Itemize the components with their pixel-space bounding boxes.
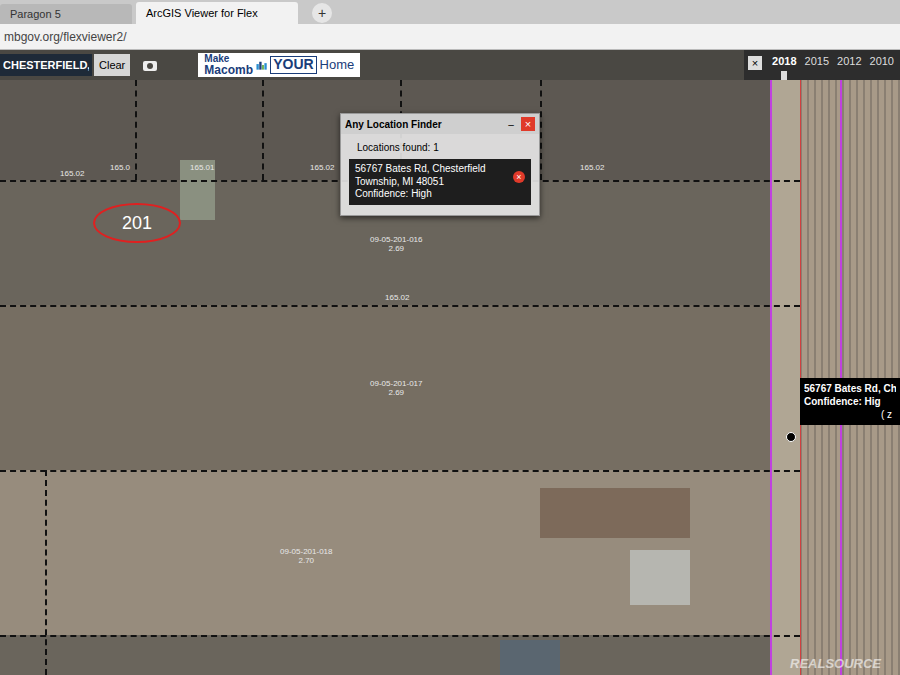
parcel-line — [540, 80, 542, 180]
highlight-label: 201 — [122, 210, 152, 237]
url[interactable]: mbgov.org/flexviewer2/ — [4, 28, 127, 46]
toolbar: CHESTERFIELD, MI Clear Make Macomb YOUR … — [0, 50, 900, 80]
new-tab-button[interactable]: + — [312, 3, 332, 23]
search-field[interactable]: CHESTERFIELD, MI — [0, 54, 92, 76]
parcel-line — [262, 80, 264, 180]
dimension-label: 165.02 — [60, 170, 84, 178]
remove-result-button[interactable]: × — [513, 171, 525, 183]
map-tooltip: 56767 Bates Rd, Chest Confidence: Hig ( … — [800, 378, 900, 425]
result-count: Locations found: 1 — [349, 138, 531, 157]
year-label[interactable]: 2010 — [870, 53, 894, 70]
macomb-logo[interactable]: Make Macomb YOUR Home — [198, 53, 360, 77]
dimension-label: 165.01 — [190, 164, 214, 172]
browser-tab[interactable]: Paragon 5 — [0, 4, 132, 24]
parcel-label[interactable]: 09-05-201-0162.69 — [370, 236, 422, 254]
slider-knob[interactable] — [879, 71, 885, 80]
location-pin-icon[interactable] — [786, 432, 796, 442]
tooltip-address: 56767 Bates Rd, Chest — [804, 382, 896, 395]
tab-label[interactable]: ArcGIS Viewer for Flex — [146, 5, 258, 22]
road-line — [770, 80, 772, 675]
year-option[interactable]: 2015 — [805, 53, 829, 80]
result-item[interactable]: 56767 Bates Rd, Chesterfield Township, M… — [349, 159, 531, 205]
location-finder-panel[interactable]: Any Location Finder – × Locations found:… — [340, 113, 540, 216]
parcel-acres: 2.70 — [298, 557, 314, 566]
parcel-label[interactable]: 09-05-201-0182.70 — [280, 548, 332, 566]
result-address[interactable]: 56767 Bates Rd, Chesterfield Township, M… — [355, 163, 509, 188]
year-list: 2018 2015 2012 2010 — [772, 53, 894, 81]
dimension-label: 165.0 — [110, 164, 130, 172]
logo-make: Make — [204, 54, 253, 64]
slider-knob[interactable] — [846, 71, 852, 80]
parcel-line — [0, 635, 800, 637]
parcel-acres: 2.69 — [388, 245, 404, 254]
screen: Paragon 5 ArcGIS Viewer for Flex + mbgov.o… — [0, 0, 900, 675]
panel-title-bar[interactable]: Any Location Finder – × — [341, 114, 539, 134]
slider-knob[interactable] — [814, 71, 820, 80]
close-button[interactable]: × — [748, 56, 762, 70]
tooltip-extra: ( z — [881, 408, 896, 421]
structures — [540, 488, 690, 538]
slider-knob[interactable] — [781, 71, 787, 80]
parcel-line — [0, 470, 800, 472]
parcel-id: 09-05-201-017 — [370, 380, 422, 389]
address-bar[interactable]: mbgov.org/flexviewer2/ — [0, 24, 900, 50]
highlight-circle: 201 — [93, 203, 181, 243]
parcel-acres: 2.69 — [388, 389, 404, 398]
year-option[interactable]: 2012 — [837, 53, 861, 80]
tab-bar: Paragon 5 ArcGIS Viewer for Flex + — [0, 0, 900, 24]
year-option[interactable]: 2010 — [870, 53, 894, 80]
minimize-button[interactable]: – — [505, 117, 517, 132]
logo-macomb: Macomb — [204, 64, 253, 76]
parcel-line — [0, 305, 800, 307]
year-label[interactable]: 2018 — [772, 53, 796, 70]
year-label[interactable]: 2015 — [805, 53, 829, 70]
watermark: REALSOURCE — [790, 654, 881, 674]
parcel-line — [45, 470, 47, 675]
dimension-label: 165.02 — [580, 164, 604, 172]
dimension-label: 165.02 — [310, 164, 334, 172]
close-button[interactable]: × — [521, 117, 535, 131]
browser-tab[interactable]: ArcGIS Viewer for Flex — [136, 2, 298, 24]
tab-label[interactable]: Paragon 5 — [10, 6, 61, 23]
logo-your: YOUR — [270, 56, 316, 73]
result-confidence: Confidence: High — [355, 188, 509, 201]
buildings-icon — [256, 55, 267, 75]
year-slider[interactable]: × 2018 2015 2012 2010 — [744, 50, 900, 80]
tooltip-confidence: Confidence: Hig — [804, 395, 896, 408]
search-value[interactable]: CHESTERFIELD, MI — [3, 57, 89, 74]
parcel-line — [135, 80, 137, 180]
camera-icon[interactable] — [142, 58, 158, 72]
year-option[interactable]: 2018 — [772, 53, 796, 80]
logo-home: Home — [320, 55, 355, 75]
building — [500, 640, 560, 675]
parcel-id: 09-05-201-016 — [370, 236, 422, 245]
panel-title: Any Location Finder — [345, 117, 501, 132]
building — [630, 550, 690, 605]
dimension-label: 165.02 — [385, 294, 409, 302]
parcel-id: 09-05-201-018 — [280, 548, 332, 557]
clear-button[interactable]: Clear — [94, 54, 130, 76]
parcel-label[interactable]: 09-05-201-0172.69 — [370, 380, 422, 398]
road — [770, 80, 800, 675]
year-label[interactable]: 2012 — [837, 53, 861, 70]
